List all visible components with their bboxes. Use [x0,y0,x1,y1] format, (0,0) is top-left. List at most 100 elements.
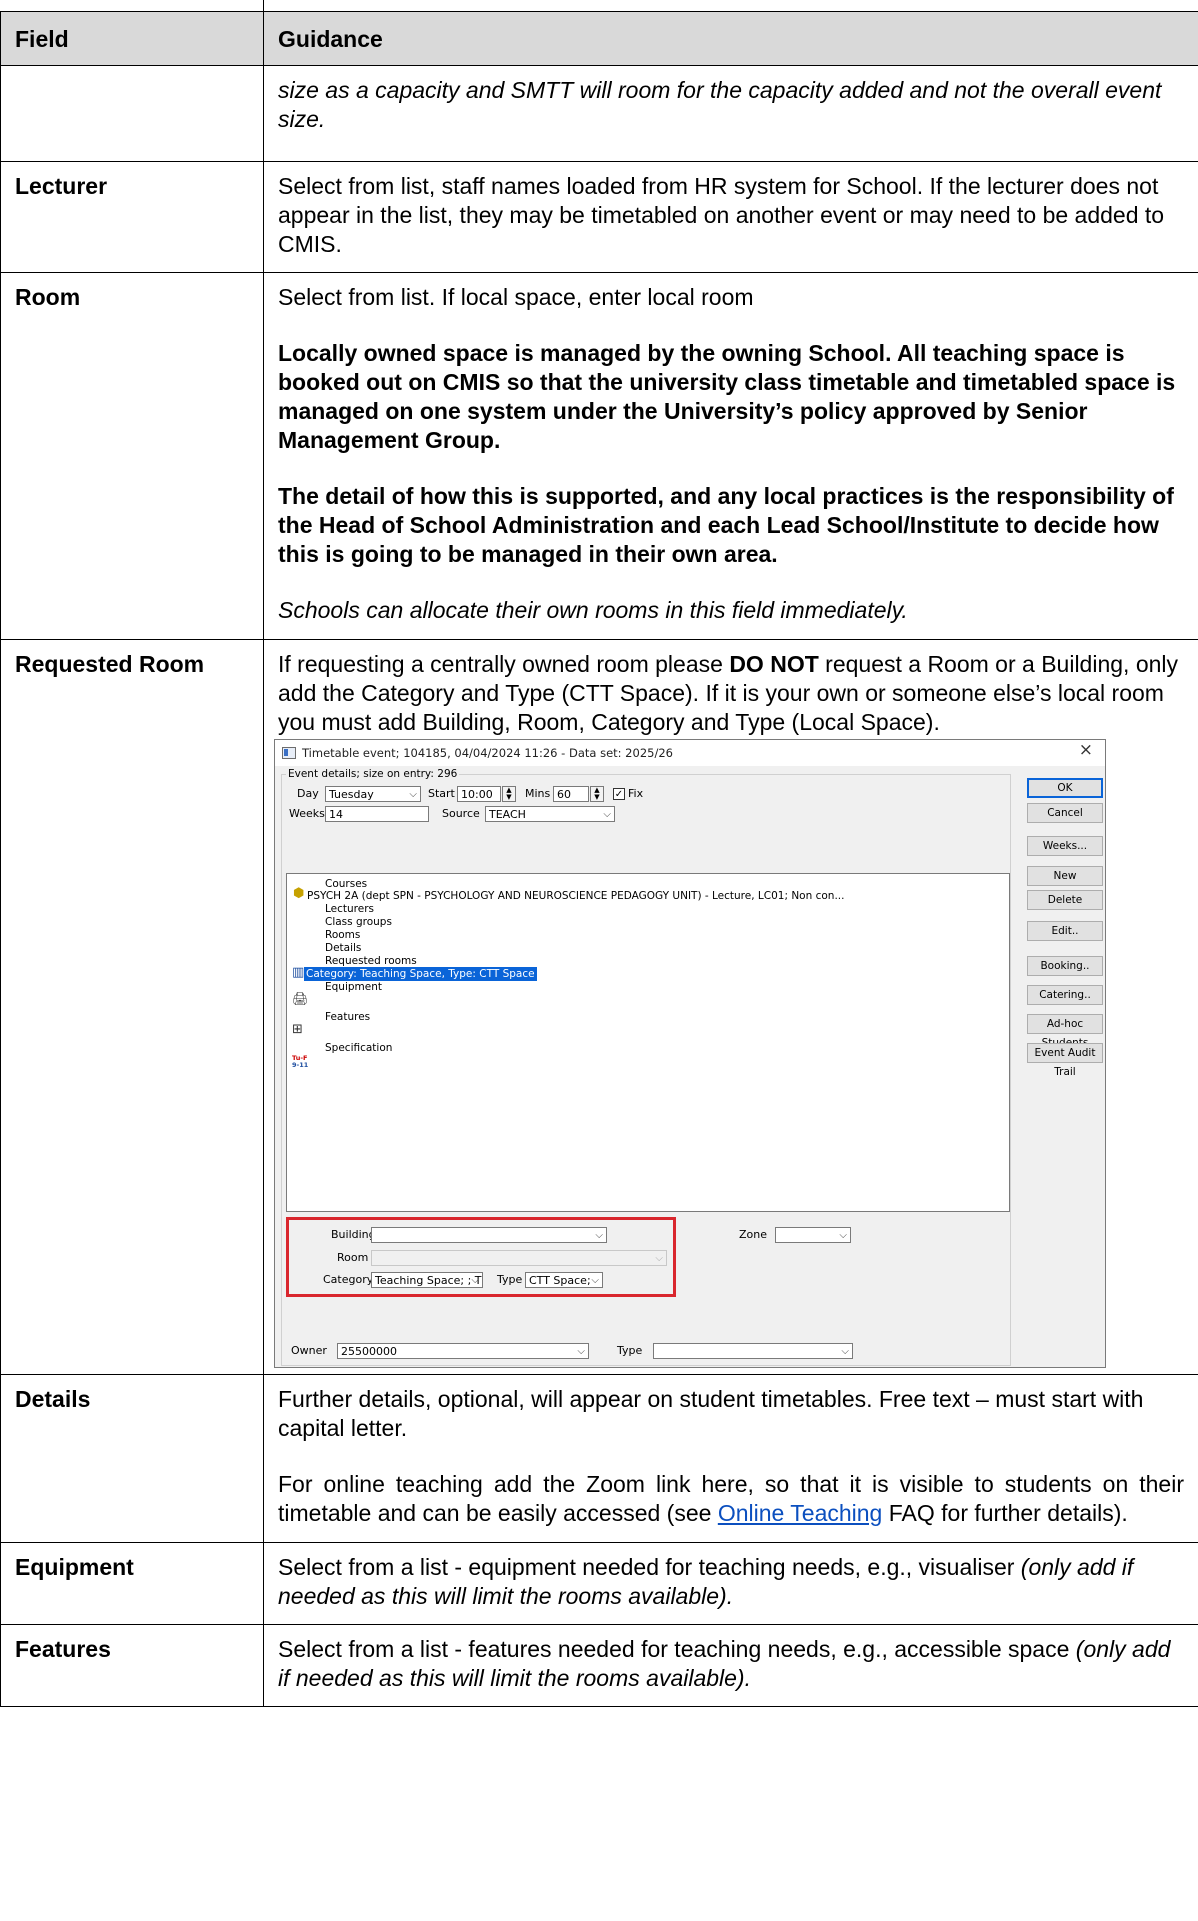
guidance-cell: Select from list. If local space, enter … [263,272,1198,640]
source-select[interactable]: TEACH ⌵ [485,806,615,822]
start-label: Start [428,787,455,800]
fix-checkbox[interactable]: ✓ [613,788,625,800]
chevron-down-icon: ⌵ [577,1346,585,1357]
chevron-down-icon: ⌵ [595,1230,603,1241]
guidance-cell: size as a capacity and SMTT will room fo… [263,65,1198,162]
equipment-text: Select from a list - equipment needed fo… [278,1554,1021,1580]
chevron-down-icon: ⌵ [839,1230,847,1241]
chevron-down-icon: ⌵ [591,1275,599,1286]
online-teaching-link[interactable]: Online Teaching [718,1500,883,1526]
fix-label: Fix [628,787,644,800]
guidance-cell: Further details, optional, will appear o… [263,1374,1198,1543]
header-guidance: Guidance [263,11,1198,66]
features-text: Select from a list - features needed for… [278,1636,1076,1662]
room-select[interactable]: ⌵ [371,1250,667,1266]
building-select[interactable]: ⌵ [371,1227,607,1243]
tree-rooms[interactable]: Rooms [325,928,360,942]
close-icon[interactable]: × [1079,742,1093,759]
mins-input[interactable]: 60 [553,786,589,802]
event-audit-trail-button[interactable]: Event Audit Trail [1027,1043,1103,1078]
table-row: Lecturer Select from list, staff names l… [0,161,1198,273]
dialog-title: Timetable event; 104185, 04/04/2024 11:2… [302,746,673,760]
owner-type-select[interactable]: ⌵ [653,1343,853,1359]
details-guidance-2: For online teaching add the Zoom link he… [278,1470,1184,1528]
tree-class-groups[interactable]: Class groups [325,915,392,929]
owner-select[interactable]: 25500000 ⌵ [337,1343,589,1359]
type-select[interactable]: CTT Space; ⌵ [525,1272,603,1288]
zone-select[interactable]: ⌵ [775,1227,851,1243]
tree-specification[interactable]: Specification [325,1041,392,1055]
course-cube-icon: ⬢ [293,886,305,901]
tree-requested-item[interactable]: Category: Teaching Space, Type: CTT Spac… [304,967,537,981]
requested-room-guidance: If requesting a centrally owned room ple… [278,650,1184,737]
ok-button[interactable]: OK [1027,778,1103,798]
features-icon: ⊞ [292,1022,303,1037]
edit-button[interactable]: Edit.. [1027,921,1103,941]
event-tree[interactable]: Courses ⬢ PSYCH 2A (dept SPN - PSYCHOLOG… [286,873,1010,1212]
field-cell [0,65,264,162]
category-label: Category [323,1273,374,1286]
field-features: Features [0,1624,264,1707]
mins-label: Mins [525,787,551,800]
table-row: Requested Room If requesting a centrally… [0,639,1198,1375]
start-input[interactable]: 10:00 [457,786,501,802]
chevron-down-icon: ⌵ [409,789,417,800]
room-guidance-3: The detail of how this is supported, and… [278,483,1174,567]
field-lecturer: Lecturer [0,161,264,273]
mins-spinner[interactable]: ▲ ▼ [590,786,604,802]
requested-room-emphasis: DO NOT [729,651,819,677]
details-text-end: FAQ for further details). [882,1500,1128,1526]
specification-icon: Tu-F 9-11 [292,1054,309,1069]
room-guidance-2: Locally owned space is managed by the ow… [278,340,1176,453]
type-label: Type [497,1273,523,1286]
field-requested-room: Requested Room [0,639,264,1375]
dialog-body: Event details; size on entry: 296 Day Tu… [275,766,1105,1367]
guidance-cell: Select from a list - equipment needed fo… [263,1542,1198,1625]
timetable-event-dialog-screenshot: Timetable event; 104185, 04/04/2024 11:2… [274,739,1106,1368]
field-room: Room [0,272,264,640]
header-field: Field [0,11,264,66]
catering-button[interactable]: Catering.. [1027,985,1103,1005]
category-select[interactable]: Teaching Space; ; T ⌵ [371,1272,483,1288]
source-label: Source [442,807,480,820]
event-details-legend: Event details; size on entry: 296 [286,767,460,781]
equipment-icon: 🖨 [292,992,309,1007]
tree-equipment[interactable]: Equipment [325,980,382,994]
field-details: Details [0,1374,264,1543]
tree-features[interactable]: Features [325,1010,370,1024]
table-row: Equipment Select from a list - equipment… [0,1542,1198,1625]
tree-lecturers[interactable]: Lecturers [325,902,374,916]
chevron-down-icon: ⌵ [471,1275,479,1286]
lecturer-guidance: Select from list, staff names loaded fro… [278,173,1165,257]
building-label: Building [331,1228,376,1241]
day-select[interactable]: Tuesday ⌵ [325,786,421,802]
weeks-button[interactable]: Weeks... [1027,836,1103,856]
zone-label: Zone [739,1228,768,1241]
cancel-button[interactable]: Cancel [1027,803,1103,823]
tree-details[interactable]: Details [325,941,361,955]
weeks-label: Weeks [289,807,325,820]
guidance-cell: Select from a list - features needed for… [263,1624,1198,1707]
chevron-down-icon: ⌵ [655,1253,663,1264]
app-window-icon [282,747,296,759]
equipment-guidance: Select from a list - equipment needed fo… [278,1553,1184,1611]
building-icon: ▥ [292,965,305,980]
table-row: size as a capacity and SMTT will room fo… [0,65,1198,162]
weeks-input[interactable]: 14 [325,806,429,822]
booking-button[interactable]: Booking.. [1027,956,1103,976]
guidance-table: Field Guidance size as a capacity and SM… [0,11,1198,1707]
details-guidance-1: Further details, optional, will appear o… [278,1386,1144,1441]
start-spinner[interactable]: ▲ ▼ [502,786,516,802]
guidance-cell: If requesting a centrally owned room ple… [263,639,1198,1375]
owner-label: Owner [291,1344,327,1357]
table-row: Details Further details, optional, will … [0,1374,1198,1543]
owner-type-label: Type [617,1344,643,1357]
tree-requested-rooms[interactable]: Requested rooms [325,954,417,968]
adhoc-students-button[interactable]: Ad-hoc Students [1027,1014,1103,1049]
delete-button[interactable]: Delete [1027,890,1103,910]
table-header-row: Field Guidance [0,11,1198,66]
new-button[interactable]: New [1027,866,1103,886]
tree-course-item[interactable]: PSYCH 2A (dept SPN - PSYCHOLOGY AND NEUR… [307,889,844,903]
room-guidance-4: Schools can allocate their own rooms in … [278,597,908,623]
chevron-down-icon: ⌵ [841,1346,849,1357]
